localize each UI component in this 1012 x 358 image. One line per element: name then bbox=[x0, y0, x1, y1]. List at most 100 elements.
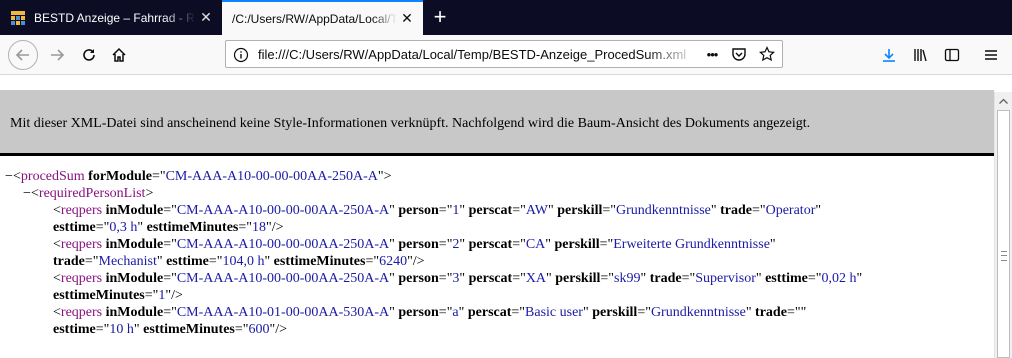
page-content: Mit dieser XML-Datei sind anscheinend ke… bbox=[0, 75, 994, 358]
attr-value: CM-AAA-A10-01-00-00AA-530A-A bbox=[176, 305, 390, 320]
attr-name: inModule bbox=[105, 203, 164, 218]
attr-name: trade bbox=[755, 305, 787, 320]
attr-value: sk99 bbox=[614, 271, 641, 286]
tag-name: reqpers bbox=[60, 237, 103, 252]
attr-value: Supervisor bbox=[695, 271, 756, 286]
attr-name: trade bbox=[53, 254, 85, 269]
favicon-grid-icon bbox=[10, 10, 26, 26]
attr-value: 10 h bbox=[109, 322, 134, 337]
attr-value: CM-AAA-A10-00-00-00AA-250A-A bbox=[176, 271, 390, 286]
attr-name: perscat bbox=[467, 305, 512, 320]
reqpers-row-4b: esttime="10 h" esttimeMinutes="600"/> bbox=[53, 322, 287, 337]
attr-value: CM-AAA-A10-00-00-00AA-250A-A bbox=[165, 169, 378, 184]
attr-value: 18 bbox=[252, 220, 266, 235]
collapse-toggle[interactable]: − bbox=[5, 168, 13, 185]
attr-name: perscat bbox=[468, 203, 513, 218]
attr-value: XA bbox=[525, 271, 547, 286]
downloads-button[interactable] bbox=[874, 40, 904, 70]
url-text[interactable]: file:///C:/Users/RW/AppData/Local/Temp/B… bbox=[258, 47, 698, 62]
page-actions-icon[interactable]: ••• bbox=[701, 43, 723, 65]
tab-strip: BESTD Anzeige – Fahrrad - Reimportiert ✕… bbox=[0, 0, 1012, 35]
attr-name: perskill bbox=[557, 203, 603, 218]
attr-name: person bbox=[398, 237, 439, 252]
attr-value: 104,0 h bbox=[222, 254, 265, 269]
attr-name: inModule bbox=[105, 305, 164, 320]
attr-value: a bbox=[452, 305, 459, 320]
vertical-scrollbar[interactable] bbox=[994, 92, 1012, 358]
attr-name: inModule bbox=[105, 271, 164, 286]
attr-name: esttime bbox=[166, 254, 209, 269]
url-bar[interactable]: file:///C:/Users/RW/AppData/Local/Temp/B… bbox=[225, 40, 783, 68]
reload-icon bbox=[83, 49, 95, 61]
attr-value: Grundkenntnisse bbox=[650, 305, 746, 320]
tab-bestd-anzeige[interactable]: BESTD Anzeige – Fahrrad - Reimportiert ✕ bbox=[0, 0, 222, 35]
collapse-toggle[interactable]: − bbox=[23, 185, 31, 202]
reqpers-row-1b: esttime="0,3 h" esttimeMinutes="18"/> bbox=[53, 220, 284, 235]
tab-xml-file[interactable]: /C:/Users/RW/AppData/Local/Temp/BESTD-An… bbox=[222, 0, 423, 35]
attr-value: 2 bbox=[452, 237, 460, 252]
tag-name: reqpers bbox=[60, 305, 103, 320]
sidebar-icon bbox=[944, 48, 960, 62]
attr-name: esttimeMinutes bbox=[273, 254, 366, 269]
attr-value: AW bbox=[525, 203, 549, 218]
close-tab-icon[interactable]: ✕ bbox=[397, 10, 417, 27]
new-tab-button[interactable]: + bbox=[426, 3, 454, 31]
tag-name: reqpers bbox=[60, 271, 103, 286]
arrow-right-icon bbox=[51, 49, 65, 61]
attr-name: esttimeMinutes bbox=[146, 220, 239, 235]
attr-value: 6240 bbox=[379, 254, 408, 269]
library-icon bbox=[914, 49, 927, 62]
attr-value: Erweiterte Grundkenntnisse bbox=[613, 237, 770, 252]
home-button[interactable] bbox=[104, 40, 134, 70]
back-button[interactable] bbox=[8, 40, 38, 70]
close-tab-icon[interactable]: ✕ bbox=[196, 9, 216, 26]
xml-style-notice: Mit dieser XML-Datei sind anscheinend ke… bbox=[0, 90, 994, 156]
reqpers-row-2a: <reqpers inModule="CM-AAA-A10-00-00-00AA… bbox=[53, 237, 776, 252]
navigation-bar: file:///C:/Users/RW/AppData/Local/Temp/B… bbox=[0, 35, 1012, 75]
attr-value: 1 bbox=[452, 203, 460, 218]
info-icon[interactable] bbox=[233, 47, 249, 63]
attr-name: perskill bbox=[554, 237, 600, 252]
tag-name: reqpers bbox=[60, 203, 103, 218]
attr-value: Mechanist bbox=[98, 254, 157, 269]
tag-name: procedSum bbox=[20, 169, 85, 184]
bookmark-star-icon[interactable] bbox=[756, 43, 778, 65]
attr-value: 1 bbox=[158, 288, 166, 303]
tab-title: BESTD Anzeige – Fahrrad - Reimportiert bbox=[34, 10, 196, 25]
attr-value: CM-AAA-A10-00-00-00AA-250A-A bbox=[176, 203, 390, 218]
attr-name: inModule bbox=[105, 237, 164, 252]
attr-name: forModule bbox=[88, 169, 152, 184]
attr-name: esttime bbox=[765, 271, 808, 286]
xml-list-open: <requiredPersonList> bbox=[31, 186, 154, 201]
grip-icon bbox=[1001, 251, 1007, 261]
reqpers-row-3a: <reqpers inModule="CM-AAA-A10-00-00-00AA… bbox=[53, 271, 863, 286]
attr-name: person bbox=[398, 203, 439, 218]
reqpers-row-3b: esttimeMinutes="1"/> bbox=[53, 288, 183, 303]
reload-button[interactable] bbox=[74, 40, 104, 70]
reqpers-row-2b: trade="Mechanist" esttime="104,0 h" estt… bbox=[53, 254, 425, 269]
attr-value: CM-AAA-A10-00-00-00AA-250A-A bbox=[176, 237, 390, 252]
attr-name: person bbox=[398, 305, 439, 320]
menu-button[interactable] bbox=[976, 40, 1006, 70]
attr-value: Operator bbox=[765, 203, 816, 218]
tab-title: /C:/Users/RW/AppData/Local/Temp/BESTD-An… bbox=[232, 11, 397, 26]
sidebar-button[interactable] bbox=[937, 40, 967, 70]
attr-value: 0,3 h bbox=[109, 220, 138, 235]
reqpers-row-4a: <reqpers inModule="CM-AAA-A10-01-00-00AA… bbox=[53, 305, 807, 320]
attr-value: Basic user bbox=[525, 305, 583, 320]
library-button[interactable] bbox=[906, 40, 936, 70]
attr-name: person bbox=[398, 271, 439, 286]
download-arrow-icon bbox=[883, 49, 895, 62]
attr-name: perscat bbox=[468, 271, 513, 286]
attr-name: trade bbox=[649, 271, 682, 286]
forward-button[interactable] bbox=[42, 40, 72, 70]
scroll-up-arrow-icon[interactable] bbox=[995, 92, 1012, 109]
attr-name: perskill bbox=[555, 271, 601, 286]
attr-name: perscat bbox=[468, 237, 513, 252]
attr-name: perskill bbox=[592, 305, 638, 320]
scrollbar-thumb[interactable] bbox=[997, 110, 1010, 358]
pocket-icon[interactable] bbox=[728, 43, 750, 65]
xml-root-open: <procedSum forModule="CM-AAA-A10-00-00-0… bbox=[13, 169, 392, 184]
attr-name: esttimeMinutes bbox=[143, 322, 235, 337]
attr-value: 0,02 h bbox=[821, 271, 857, 286]
